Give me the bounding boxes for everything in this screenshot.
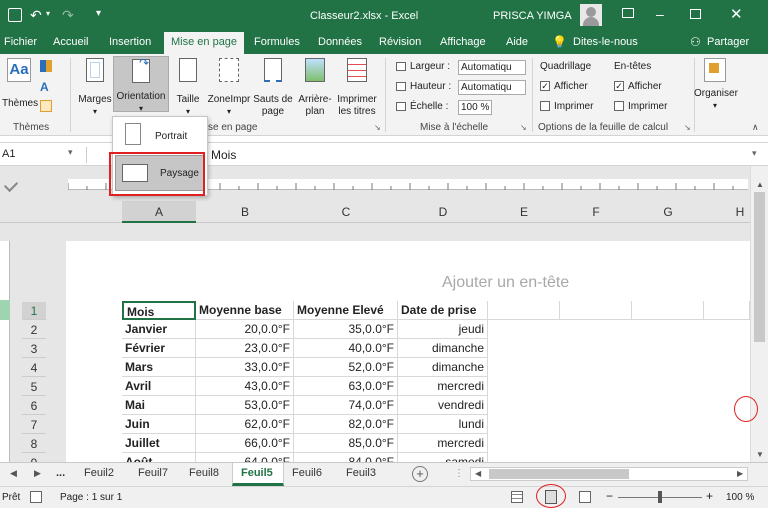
cell[interactable]: 33,0.0°F: [196, 358, 294, 377]
normal-view-icon[interactable]: [511, 491, 523, 503]
row-header[interactable]: 4: [22, 359, 46, 377]
sheet-tab[interactable]: Feuil3: [346, 467, 376, 479]
landscape-highlight-box: [109, 152, 205, 196]
cell[interactable]: 66,0.0°F: [196, 434, 294, 453]
cell[interactable]: mercredi: [398, 377, 488, 396]
cell[interactable]: dimanche: [398, 339, 488, 358]
cell[interactable]: [632, 301, 704, 320]
orientation-portrait-item[interactable]: Portrait: [117, 121, 203, 151]
scroll-down-icon[interactable]: ▼: [756, 450, 764, 459]
cell[interactable]: Mars: [122, 358, 196, 377]
zoom-level[interactable]: 100 %: [726, 492, 754, 503]
cell[interactable]: 84,0.0°F: [294, 453, 398, 462]
row-header[interactable]: 6: [22, 397, 46, 415]
sheet-tab[interactable]: Feuil8: [189, 467, 219, 479]
cell[interactable]: 35,0.0°F: [294, 320, 398, 339]
cell[interactable]: Février: [122, 339, 196, 358]
macro-record-icon[interactable]: [30, 491, 42, 503]
cell[interactable]: Août: [122, 453, 196, 462]
zoom-slider-thumb[interactable]: [658, 491, 662, 503]
cell[interactable]: Juin: [122, 415, 196, 434]
tab-more[interactable]: ...: [56, 467, 65, 479]
cell[interactable]: 43,0.0°F: [196, 377, 294, 396]
tab-split-handle-icon[interactable]: ⋮: [454, 468, 464, 479]
scroll-tabs-right-icon[interactable]: ▶: [34, 468, 41, 479]
cell[interactable]: 20,0.0°F: [196, 320, 294, 339]
scroll-left-icon[interactable]: ◀: [475, 469, 481, 478]
highlight-circle-scrollbar: [734, 396, 758, 422]
cell[interactable]: 64,0.0°F: [196, 453, 294, 462]
cell[interactable]: 53,0.0°F: [196, 396, 294, 415]
row-header[interactable]: 2: [22, 321, 46, 339]
cell[interactable]: vendredi: [398, 396, 488, 415]
cell-c1[interactable]: Moyenne Elevé: [294, 301, 398, 320]
highlight-circle-page-layout: [536, 484, 566, 508]
horizontal-scrollbar[interactable]: ◀ ▶: [470, 467, 748, 481]
cell[interactable]: Janvier: [122, 320, 196, 339]
status-page: Page : 1 sur 1: [60, 492, 123, 503]
scroll-thumb[interactable]: [754, 192, 765, 342]
cell[interactable]: 82,0.0°F: [294, 415, 398, 434]
cell[interactable]: [488, 301, 560, 320]
zoom-in-icon[interactable]: +: [706, 489, 713, 503]
cell[interactable]: 62,0.0°F: [196, 415, 294, 434]
row-header[interactable]: 3: [22, 340, 46, 358]
cell[interactable]: [560, 301, 632, 320]
cell[interactable]: dimanche: [398, 358, 488, 377]
cell-b1[interactable]: Moyenne base: [196, 301, 294, 320]
add-sheet-icon[interactable]: +: [412, 466, 428, 482]
scroll-up-icon[interactable]: ▲: [756, 180, 764, 189]
sheet-tab[interactable]: Feuil7: [138, 467, 168, 479]
page-break-view-icon[interactable]: [579, 491, 591, 503]
row-header[interactable]: 8: [22, 435, 46, 453]
cell[interactable]: jeudi: [398, 320, 488, 339]
status-ready: Prêt: [2, 492, 21, 503]
row-header[interactable]: 7: [22, 416, 46, 434]
cell-a1[interactable]: Mois: [122, 301, 196, 320]
status-bar: Prêt Page : 1 sur 1 − + 100 %: [0, 486, 768, 508]
row-header[interactable]: 1: [22, 302, 46, 320]
cell[interactable]: 23,0.0°F: [196, 339, 294, 358]
cell[interactable]: 85,0.0°F: [294, 434, 398, 453]
cell[interactable]: mercredi: [398, 434, 488, 453]
cell[interactable]: Mai: [122, 396, 196, 415]
row-header[interactable]: 5: [22, 378, 46, 396]
sheet-tab[interactable]: Feuil6: [292, 467, 322, 479]
scroll-right-icon[interactable]: ▶: [737, 469, 743, 478]
horizontal-scroll-thumb[interactable]: [489, 469, 629, 479]
cell[interactable]: 52,0.0°F: [294, 358, 398, 377]
sheet-tab-bar: ◀ ▶ ... Feuil2 Feuil7 Feuil8 Feuil5 Feui…: [0, 462, 768, 486]
cell[interactable]: Juillet: [122, 434, 196, 453]
cell[interactable]: 63,0.0°F: [294, 377, 398, 396]
cell[interactable]: 74,0.0°F: [294, 396, 398, 415]
cell[interactable]: Avril: [122, 377, 196, 396]
zoom-out-icon[interactable]: −: [606, 489, 613, 503]
scroll-tabs-left-icon[interactable]: ◀: [10, 468, 17, 479]
cell-grid: 1 2 3 4 5 6 7 8 9 Mois Moyenne base Moye…: [0, 0, 768, 462]
row-header[interactable]: 9: [22, 454, 46, 462]
cell-d1[interactable]: Date de prise: [398, 301, 488, 320]
cell[interactable]: 40,0.0°F: [294, 339, 398, 358]
cell[interactable]: [704, 301, 750, 320]
cell[interactable]: lundi: [398, 415, 488, 434]
cell[interactable]: samedi: [398, 453, 488, 462]
sheet-tab[interactable]: Feuil2: [84, 467, 114, 479]
active-sheet-tab[interactable]: Feuil5: [232, 463, 284, 486]
portrait-icon: [125, 123, 141, 145]
